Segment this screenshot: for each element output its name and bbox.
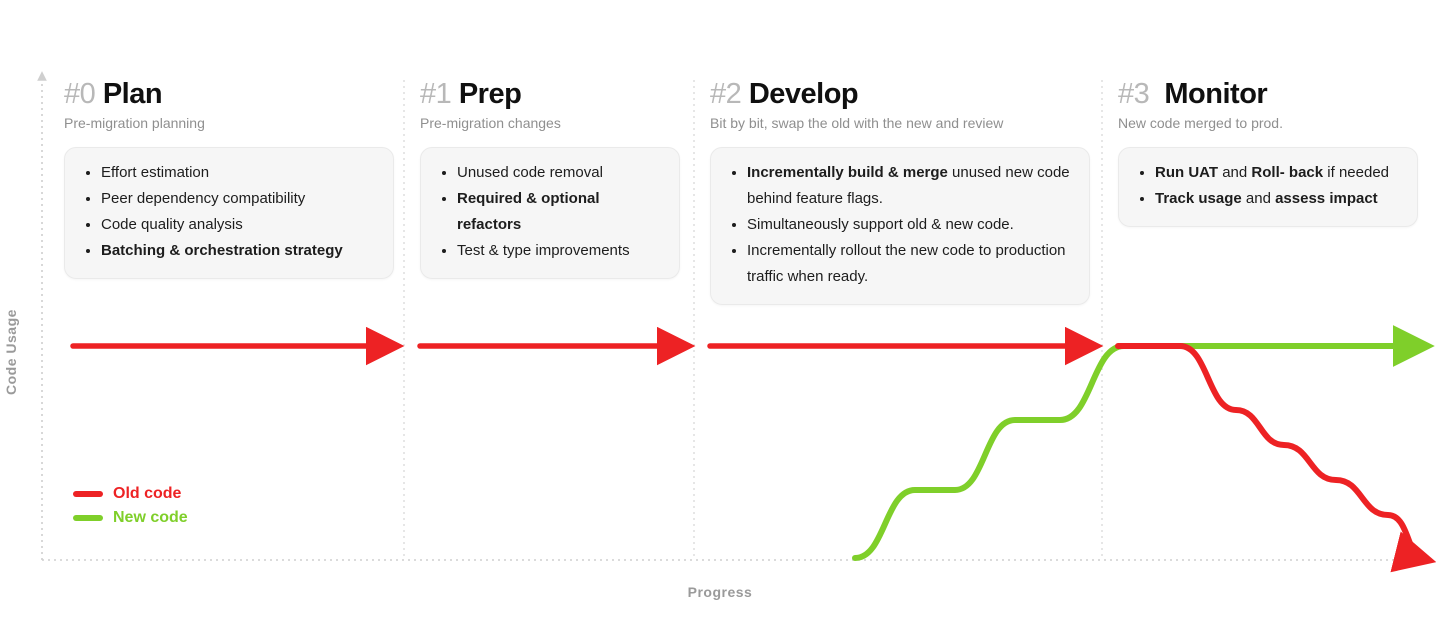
phase-items: Effort estimationPeer dependency compati… [83,160,375,264]
phase-title: #2 Develop [710,78,1090,111]
phase-card: Effort estimationPeer dependency compati… [64,147,394,279]
phase-card: Incrementally build & merge unused new c… [710,147,1090,305]
list-item: Code quality analysis [101,212,375,238]
phase-plan: #0 Plan Pre-migration planning Effort es… [64,78,394,279]
phase-items: Incrementally build & merge unused new c… [729,160,1071,290]
phase-number: #3 [1118,78,1149,110]
legend: Old code New code [73,485,188,533]
phase-card: Unused code removalRequired & optional r… [420,147,680,279]
legend-label: New code [113,509,188,527]
new-code-line [855,346,1418,558]
phase-name: Plan [103,78,162,110]
y-axis-label: Code Usage [3,309,19,395]
swatch-icon [73,491,103,497]
phase-develop: #2 Develop Bit by bit, swap the old with… [710,78,1090,305]
legend-old-code: Old code [73,485,188,503]
phase-monitor: #3 Monitor New code merged to prod. Run … [1118,78,1418,227]
list-item: Effort estimation [101,160,375,186]
phase-subtitle: Pre-migration planning [64,115,394,131]
list-item: Test & type improvements [457,238,661,264]
phase-title: #1 Prep [420,78,680,111]
list-item: Peer dependency compatibility [101,186,375,212]
old-code-line-phase-3 [1118,346,1420,558]
swatch-icon [73,515,103,521]
legend-label: Old code [113,485,181,503]
legend-new-code: New code [73,509,188,527]
phase-number: #1 [420,78,451,110]
phase-name: Prep [459,78,521,110]
phase-title: #0 Plan [64,78,394,111]
phase-items: Run UAT and Roll- back if neededTrack us… [1137,160,1399,212]
list-item: Unused code removal [457,160,661,186]
phase-subtitle: Pre-migration changes [420,115,680,131]
x-axis-label: Progress [688,584,753,600]
phase-card: Run UAT and Roll- back if neededTrack us… [1118,147,1418,227]
phase-items: Unused code removalRequired & optional r… [439,160,661,264]
list-item: Required & optional refactors [457,186,661,238]
list-item: Track usage and assess impact [1155,186,1399,212]
phase-number: #0 [64,78,95,110]
phase-number: #2 [710,78,741,110]
list-item: Incrementally rollout the new code to pr… [747,238,1071,290]
list-item: Batching & orchestration strategy [101,238,375,264]
phase-prep: #1 Prep Pre-migration changes Unused cod… [420,78,680,279]
phase-title: #3 Monitor [1118,78,1418,111]
phase-subtitle: New code merged to prod. [1118,115,1418,131]
migration-phases-diagram: Code Usage Progress #0 Plan Pre-migratio… [0,0,1440,618]
phase-name: Develop [749,78,858,110]
phase-subtitle: Bit by bit, swap the old with the new an… [710,115,1090,131]
list-item: Run UAT and Roll- back if needed [1155,160,1399,186]
phase-name: Monitor [1164,78,1267,110]
list-item: Incrementally build & merge unused new c… [747,160,1071,212]
list-item: Simultaneously support old & new code. [747,212,1071,238]
